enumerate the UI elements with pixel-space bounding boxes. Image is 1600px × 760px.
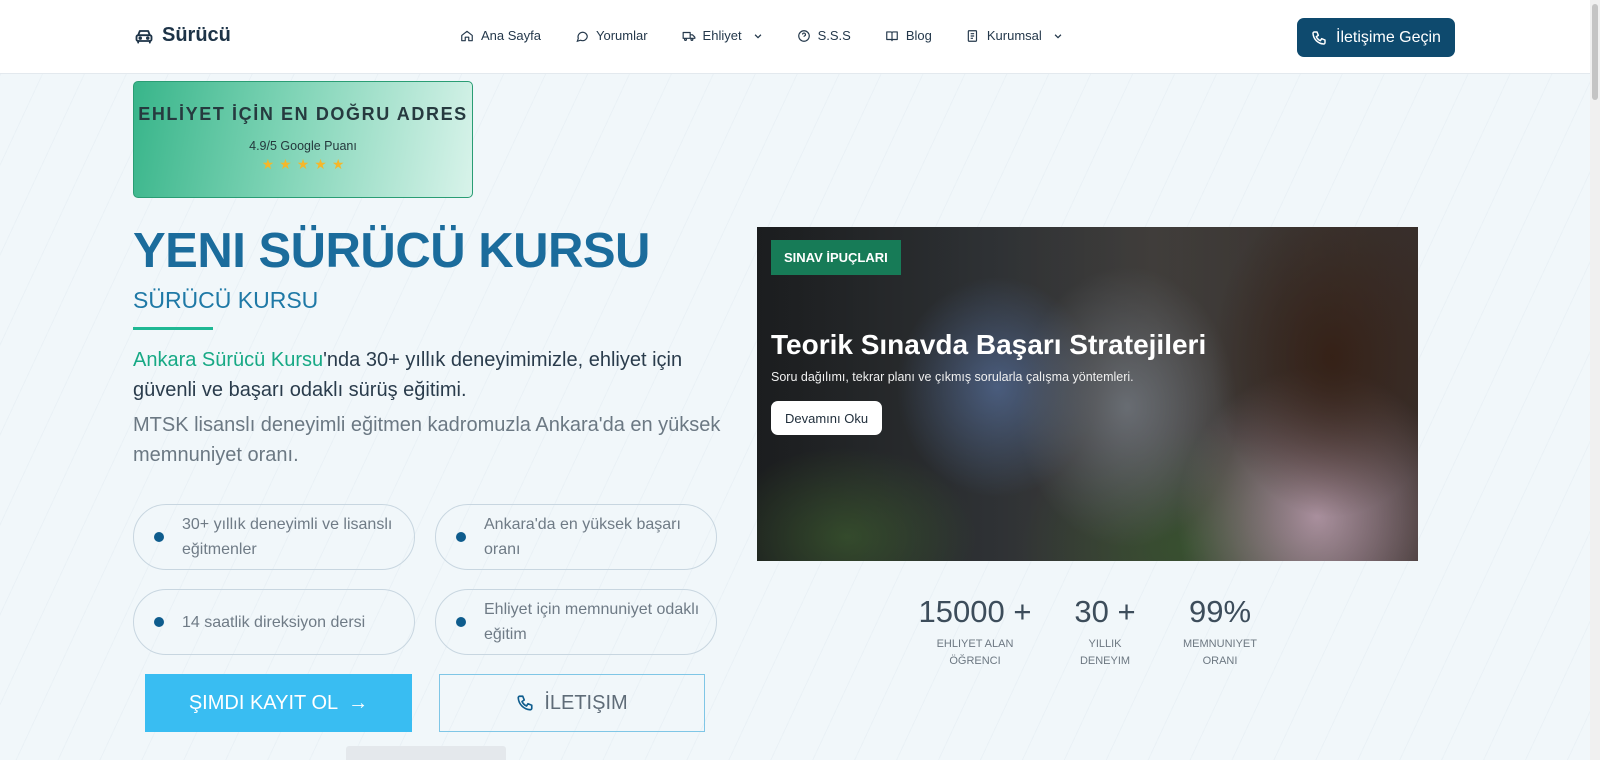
stat-label: MEMNUNIYET ORANI — [1183, 638, 1257, 667]
stat-label: YILLIK DENEYIM — [1079, 638, 1131, 667]
stat-value: 15000 + — [918, 594, 1032, 629]
feature-text: Ankara'da en yüksek başarı oranı — [484, 516, 681, 558]
bullet-dot — [456, 532, 466, 542]
school-name-highlight[interactable]: Ankara Sürücü Kursu — [133, 349, 323, 371]
star-icon: ★ — [331, 156, 345, 172]
bullet-dot — [154, 617, 164, 627]
badge-title: EHLİYET İÇİN EN DOĞRU ADRES — [138, 104, 468, 124]
feature-pill: 30+ yıllık deneyimli ve lisanslı eğitmen… — [133, 504, 415, 570]
hero-title: YENI SÜRÜCÜ KURSU — [133, 224, 650, 278]
article-description: Soru dağılımı, tekrar planı ve çıkmış so… — [771, 370, 1134, 384]
feature-pill: Ankara'da en yüksek başarı oranı — [435, 504, 717, 570]
feature-pill: 14 saatlik direksiyon dersi — [133, 589, 415, 655]
truck-icon — [682, 31, 695, 41]
help-circle-icon — [797, 29, 810, 42]
nav-corporate[interactable]: Kurumsal — [966, 28, 1063, 43]
feature-pill: Ehliyet için memnuniyet odaklı eğitim — [435, 589, 717, 655]
hero-description: Ankara Sürücü Kursu'nda 30+ yıllık deney… — [133, 345, 723, 405]
stat-students: 15000 + EHLIYET ALAN ÖĞRENCI — [910, 594, 1040, 670]
contact-cta-button[interactable]: İletişime Geçin — [1297, 18, 1455, 57]
rating-badge-card: EHLİYET İÇİN EN DOĞRU ADRES 4.9/5 Google… — [133, 81, 473, 198]
home-icon — [461, 30, 473, 41]
chat-bubble-icon — [576, 31, 588, 42]
hero-secondary-text: MTSK lisanslı deneyimli eğitmen kadromuz… — [133, 414, 721, 466]
car-icon — [135, 29, 153, 44]
star-icon: ★ — [279, 156, 292, 172]
chevron-down-icon — [754, 33, 761, 39]
star-icon: ★ — [296, 156, 310, 172]
arrow-right-icon: → — [348, 691, 369, 714]
nav-corporate-label: Kurumsal — [986, 28, 1042, 43]
book-icon — [885, 30, 898, 41]
hero-subtitle: SÜRÜCÜ KURSU — [133, 287, 319, 313]
nav-blog[interactable]: Blog — [885, 28, 932, 43]
contact-label: İLETIŞIM — [544, 691, 628, 714]
bullet-dot — [154, 532, 164, 542]
stat-label: EHLIYET ALAN ÖĞRENCI — [936, 638, 1014, 667]
document-icon — [967, 29, 977, 42]
feature-text: 14 saatlik direksiyon dersi — [182, 613, 366, 631]
read-more-button[interactable]: Devamını Oku — [771, 401, 883, 435]
feature-text: 30+ yıllık deneyimli ve lisanslı eğitmen… — [182, 516, 393, 558]
nav-license[interactable]: Ehliyet — [682, 28, 763, 43]
contact-cta-label: İletişime Geçin — [1336, 28, 1441, 46]
feature-text: Ehliyet için memnuniyet odaklı eğitim — [484, 601, 700, 643]
nav-reviews[interactable]: Yorumlar — [575, 28, 648, 43]
contact-button[interactable]: İLETIŞIM — [439, 674, 705, 732]
star-icon: ★ — [314, 156, 327, 172]
star-icon: ★ — [261, 156, 275, 172]
article-category-tag: SINAV İPUÇLARI — [771, 240, 901, 275]
scrollbar-thumb[interactable] — [1592, 4, 1598, 100]
bullet-dot — [456, 617, 466, 627]
phone-icon — [517, 695, 533, 711]
stat-satisfaction: 99% MEMNUNIYET ORANI — [1170, 594, 1270, 670]
rating-stars: ★ ★ ★ ★ ★ — [134, 157, 472, 171]
brand-name: Sürücü — [162, 24, 231, 46]
google-rating: 4.9/5 Google Puanı — [249, 139, 357, 153]
featured-article-card[interactable]: SINAV İPUÇLARI Teorik Sınavda Başarı Str… — [757, 227, 1418, 561]
title-underline — [133, 327, 213, 330]
nav-home-label: Ana Sayfa — [481, 28, 541, 43]
stat-experience: 30 + YILLIK DENEYIM — [1060, 594, 1150, 670]
site-header: Sürücü Ana Sayfa Yorumlar Ehliyet S.S.S … — [0, 0, 1590, 74]
brand-logo[interactable]: Sürücü — [134, 24, 231, 47]
nav-license-label: Ehliyet — [702, 28, 742, 43]
article-title[interactable]: Teorik Sınavda Başarı Stratejileri — [771, 329, 1206, 361]
nav-faq[interactable]: S.S.S — [797, 28, 851, 43]
main-nav: Ana Sayfa Yorumlar Ehliyet S.S.S Blog Ku… — [460, 28, 1063, 43]
nav-reviews-label: Yorumlar — [596, 28, 648, 43]
register-now-label: ŞIMDI KAYIT OL — [188, 691, 339, 714]
register-now-button[interactable]: ŞIMDI KAYIT OL → — [145, 674, 412, 732]
page-scrollbar[interactable] — [1590, 0, 1600, 760]
stat-value: 30 + — [1074, 594, 1136, 629]
article-image-overlay — [757, 227, 1418, 561]
phone-icon — [1312, 30, 1326, 45]
partially-visible-element — [346, 746, 506, 760]
nav-blog-label: Blog — [905, 28, 932, 43]
nav-faq-label: S.S.S — [817, 28, 851, 43]
chevron-down-icon — [1054, 33, 1062, 39]
nav-home[interactable]: Ana Sayfa — [460, 28, 541, 43]
stat-value: 99% — [1188, 594, 1252, 629]
